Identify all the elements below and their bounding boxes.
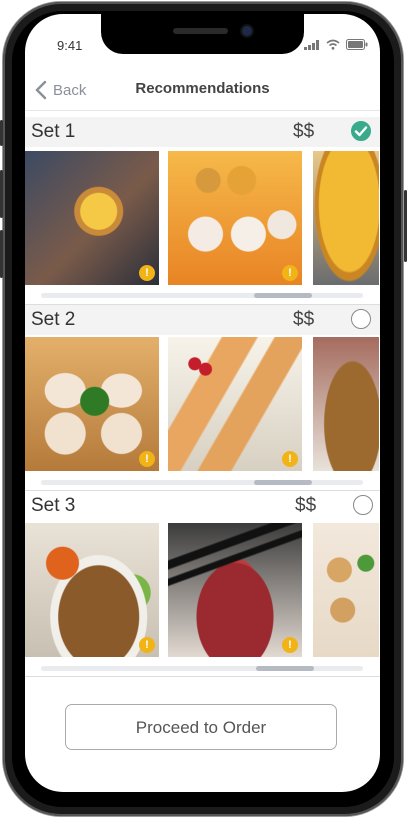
info-icon[interactable]: ! — [139, 637, 155, 653]
volume-down-button — [0, 230, 3, 278]
check-icon — [354, 125, 367, 136]
set-3-scrollbar[interactable] — [41, 666, 363, 671]
food-image-fried-noodles[interactable] — [313, 337, 379, 471]
mute-switch — [0, 120, 3, 146]
notch — [101, 14, 304, 54]
set-header: Set 2 $$ — [25, 305, 380, 335]
page-title: Recommendations — [135, 80, 270, 97]
set-1-selected-radio[interactable] — [351, 121, 371, 141]
food-image-egg-tart[interactable]: ! — [25, 151, 159, 285]
set-header: Set 3 $$ — [25, 491, 380, 521]
divider — [25, 676, 380, 677]
info-icon[interactable]: ! — [282, 451, 298, 467]
proceed-to-order-button[interactable]: Proceed to Order — [65, 704, 337, 750]
info-icon[interactable]: ! — [139, 451, 155, 467]
food-image-pineapple-bun[interactable] — [313, 151, 379, 285]
scroll-thumb[interactable] — [254, 293, 312, 298]
set-2-radio[interactable] — [351, 309, 371, 329]
set-header: Set 1 $$ — [25, 117, 380, 147]
info-icon[interactable]: ! — [282, 637, 298, 653]
status-icons — [304, 39, 368, 50]
food-image-fish-balls[interactable] — [313, 523, 379, 657]
set-name: Set 2 — [31, 309, 76, 330]
set-name: Set 3 — [31, 495, 76, 516]
nav-bar: Back Recommendations — [25, 74, 380, 111]
food-image-har-gow[interactable]: ! — [25, 337, 159, 471]
speaker — [173, 28, 228, 34]
scroll-thumb[interactable] — [256, 666, 314, 671]
volume-up-button — [0, 170, 3, 218]
set-3[interactable]: Set 3 $$ ! ! — [25, 491, 380, 681]
signal-icon — [304, 39, 319, 50]
set-name: Set 1 — [31, 121, 76, 142]
front-camera — [242, 26, 252, 36]
scroll-thumb[interactable] — [254, 480, 312, 485]
info-icon[interactable]: ! — [139, 265, 155, 281]
food-image-rice-balls[interactable]: ! — [168, 151, 302, 285]
set-1-scrollbar[interactable] — [41, 293, 363, 298]
screen: 9:41 Back Recommendations Set 1 $$ ! ! S… — [25, 14, 380, 792]
set-price: $$ — [293, 121, 315, 142]
set-3-radio[interactable] — [353, 495, 373, 515]
battery-icon — [346, 39, 368, 50]
info-icon[interactable]: ! — [282, 265, 298, 281]
status-time: 9:41 — [57, 38, 83, 53]
set-price: $$ — [293, 309, 315, 330]
set-2-scrollbar[interactable] — [41, 480, 363, 485]
food-image-spring-rolls[interactable]: ! — [168, 337, 302, 471]
food-image-char-siu[interactable]: ! — [168, 523, 302, 657]
set-2[interactable]: Set 2 $$ ! ! — [25, 305, 380, 490]
wifi-icon — [326, 39, 340, 50]
set-1[interactable]: Set 1 $$ ! ! — [25, 117, 380, 302]
set-price: $$ — [295, 495, 317, 516]
food-image-noodle-soup[interactable]: ! — [25, 523, 159, 657]
